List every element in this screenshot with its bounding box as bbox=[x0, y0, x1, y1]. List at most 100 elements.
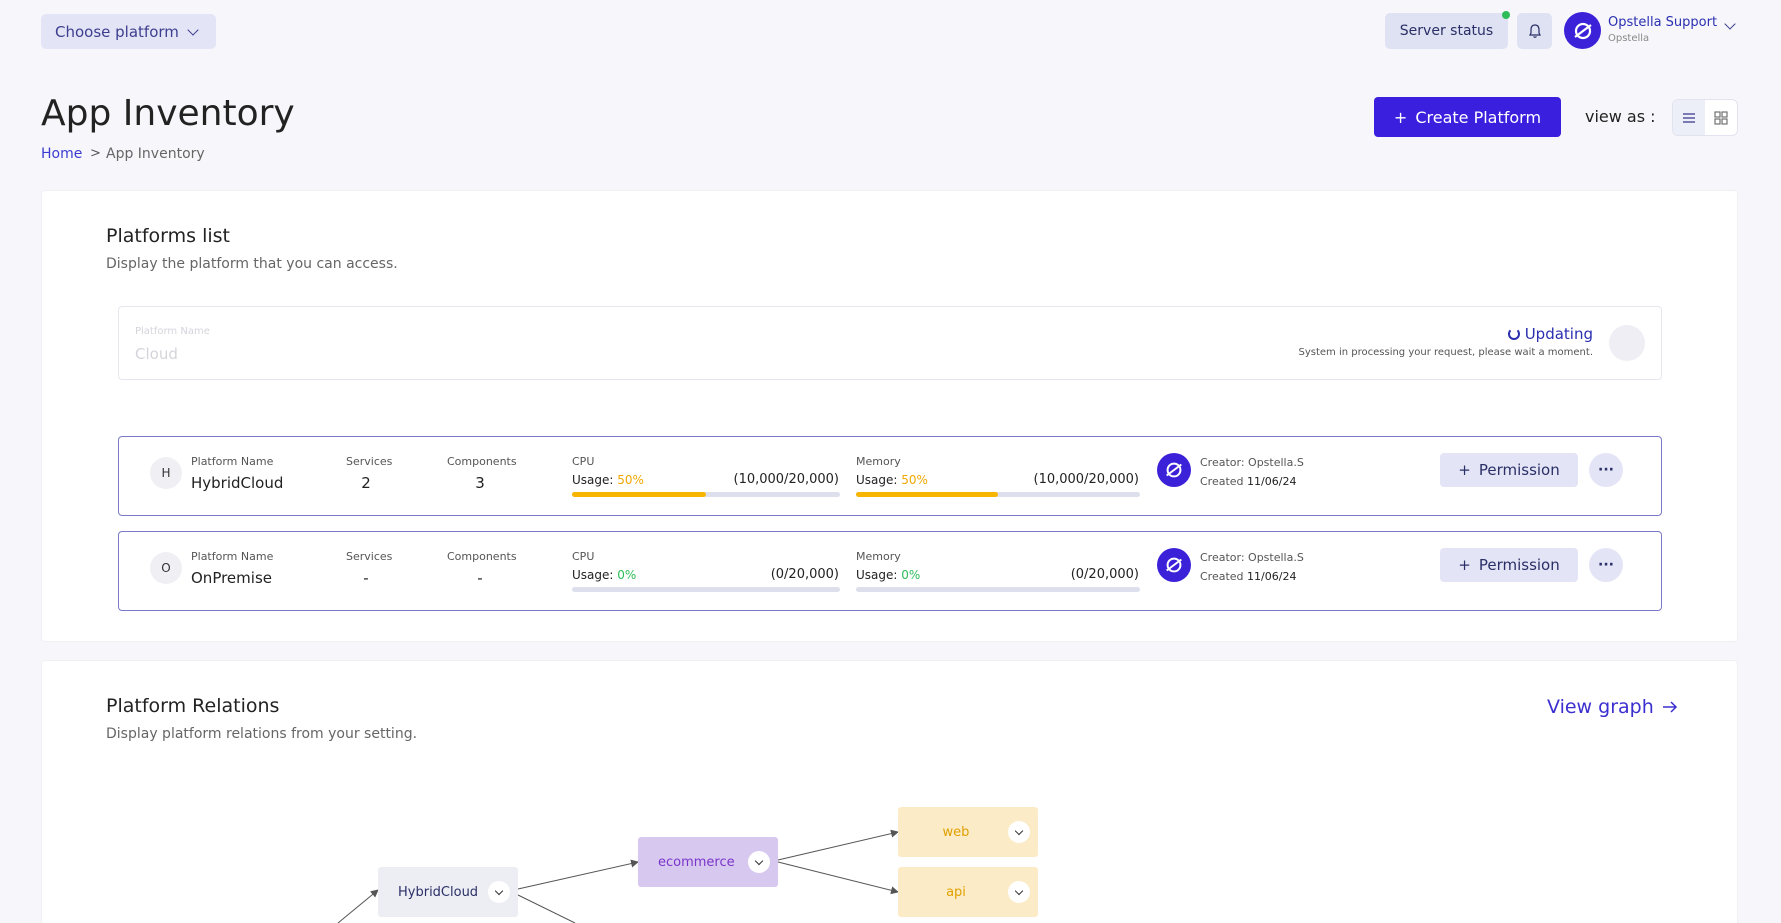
server-status-label: Server status bbox=[1399, 23, 1494, 39]
graph-node-ecommerce[interactable]: ecommerce bbox=[638, 837, 778, 887]
services-count: - bbox=[363, 569, 369, 587]
memory-ratio: (10,000/20,000) bbox=[1033, 472, 1140, 487]
updating-platform-row: Platform Name Cloud Updating System in p… bbox=[118, 306, 1662, 380]
status-online-dot bbox=[1502, 11, 1510, 19]
node-label: HybridCloud bbox=[398, 884, 479, 900]
chevron-down-icon bbox=[187, 23, 199, 36]
page-title: App Inventory bbox=[41, 93, 295, 134]
permission-button[interactable]: + Permission bbox=[1440, 548, 1578, 582]
user-menu-chevron-icon[interactable] bbox=[1724, 18, 1736, 30]
memory-ratio: (0/20,000) bbox=[1070, 567, 1139, 582]
graph-node-hybridcloud[interactable]: HybridCloud bbox=[378, 867, 518, 917]
choose-platform-dropdown[interactable]: Choose platform bbox=[41, 14, 216, 49]
graph-node-web[interactable]: web bbox=[898, 807, 1038, 857]
services-label: Services bbox=[346, 455, 393, 468]
platforms-list-subtitle: Display the platform that you can access… bbox=[106, 256, 398, 272]
cpu-ratio: (0/20,000) bbox=[770, 567, 839, 582]
services-count: 2 bbox=[361, 474, 371, 492]
view-as-label: view as : bbox=[1585, 107, 1656, 126]
memory-usage-label: Usage: bbox=[856, 473, 898, 487]
opstella-logo-icon bbox=[1166, 557, 1182, 573]
created-date: Created 11/06/24 bbox=[1200, 475, 1296, 488]
cpu-usage-bar bbox=[572, 587, 840, 592]
created-date: Created 11/06/24 bbox=[1200, 570, 1296, 583]
permission-label: Permission bbox=[1478, 461, 1560, 479]
platform-name-label: Platform Name bbox=[191, 455, 274, 468]
bell-icon bbox=[1528, 24, 1541, 38]
chevron-down-icon bbox=[1014, 886, 1024, 895]
created-label: Created bbox=[1200, 570, 1244, 583]
memory-usage-bar bbox=[856, 492, 1140, 497]
view-graph-link[interactable]: View graph bbox=[1547, 696, 1678, 718]
create-platform-button[interactable]: + Create Platform bbox=[1374, 97, 1561, 137]
more-options-button[interactable]: ··· bbox=[1589, 548, 1623, 582]
permission-button[interactable]: + Permission bbox=[1440, 453, 1578, 487]
expand-node-button[interactable] bbox=[1008, 821, 1030, 843]
chevron-down-icon bbox=[754, 856, 764, 865]
creator-avatar bbox=[1157, 453, 1191, 487]
updating-placeholder-circle bbox=[1609, 325, 1645, 361]
components-count: - bbox=[477, 569, 483, 587]
components-label: Components bbox=[447, 455, 517, 468]
grid-view-button[interactable] bbox=[1705, 100, 1737, 135]
memory-usage-percent: 50% bbox=[901, 473, 928, 487]
cpu-label: CPU bbox=[572, 455, 595, 468]
creator-avatar bbox=[1157, 548, 1191, 582]
plus-icon: + bbox=[1458, 461, 1471, 479]
chevron-down-icon bbox=[494, 886, 504, 895]
platform-relations-subtitle: Display platform relations from your set… bbox=[106, 726, 418, 742]
updating-platform-label: Platform Name bbox=[135, 326, 210, 337]
expand-node-button[interactable] bbox=[748, 851, 770, 873]
ellipsis-icon: ··· bbox=[1598, 462, 1614, 478]
chevron-down-icon bbox=[1014, 826, 1024, 835]
cpu-usage: Usage: 50% bbox=[572, 473, 644, 487]
grid-icon bbox=[1714, 110, 1728, 125]
memory-label: Memory bbox=[856, 550, 901, 563]
user-name[interactable]: Opstella Support bbox=[1608, 15, 1717, 30]
creator-name: Creator: Opstella.S bbox=[1200, 456, 1304, 469]
expand-node-button[interactable] bbox=[488, 881, 510, 903]
memory-usage-label: Usage: bbox=[856, 568, 898, 582]
cpu-usage-fill bbox=[572, 492, 706, 497]
notifications-button[interactable] bbox=[1517, 13, 1552, 49]
user-avatar[interactable] bbox=[1564, 12, 1601, 49]
platform-row[interactable]: O Platform Name OnPremise Services - Com… bbox=[118, 531, 1662, 611]
created-date-value: 11/06/24 bbox=[1247, 570, 1297, 583]
created-label: Created bbox=[1200, 475, 1244, 488]
list-view-button[interactable] bbox=[1673, 100, 1705, 135]
plus-icon: + bbox=[1458, 556, 1471, 574]
updating-status-label: Updating bbox=[1524, 325, 1593, 343]
created-date-value: 11/06/24 bbox=[1247, 475, 1297, 488]
updating-status: Updating bbox=[1507, 325, 1593, 343]
platform-name: HybridCloud bbox=[191, 474, 284, 492]
opstella-logo-icon bbox=[1573, 22, 1592, 39]
breadcrumb-home-link[interactable]: Home bbox=[41, 146, 82, 162]
cpu-usage-percent: 50% bbox=[617, 473, 644, 487]
memory-usage-percent: 0% bbox=[901, 568, 921, 582]
server-status-button[interactable]: Server status bbox=[1385, 13, 1508, 49]
platform-initial: H bbox=[150, 457, 182, 489]
components-count: 3 bbox=[475, 474, 485, 492]
cpu-ratio: (10,000/20,000) bbox=[733, 472, 840, 487]
platform-row[interactable]: H Platform Name HybridCloud Services 2 C… bbox=[118, 436, 1662, 516]
user-organization: Opstella bbox=[1608, 33, 1650, 44]
list-icon bbox=[1683, 112, 1695, 123]
creator-name: Creator: Opstella.S bbox=[1200, 551, 1304, 564]
node-label: ecommerce bbox=[658, 854, 735, 870]
create-platform-label: Create Platform bbox=[1415, 107, 1542, 127]
ellipsis-icon: ··· bbox=[1598, 557, 1614, 573]
cpu-usage-label: Usage: bbox=[572, 473, 614, 487]
spinner-icon bbox=[1507, 328, 1520, 340]
choose-platform-label: Choose platform bbox=[55, 22, 179, 41]
cpu-usage-label: Usage: bbox=[572, 568, 614, 582]
platform-relations-card bbox=[41, 660, 1738, 923]
plus-icon: + bbox=[1393, 107, 1408, 127]
memory-usage-bar bbox=[856, 587, 1140, 592]
cpu-usage-percent: 0% bbox=[617, 568, 637, 582]
cpu-label: CPU bbox=[572, 550, 595, 563]
graph-node-api[interactable]: api bbox=[898, 867, 1038, 917]
expand-node-button[interactable] bbox=[1008, 881, 1030, 903]
view-graph-label: View graph bbox=[1547, 696, 1654, 718]
more-options-button[interactable]: ··· bbox=[1589, 453, 1623, 487]
view-toggle bbox=[1672, 99, 1738, 136]
